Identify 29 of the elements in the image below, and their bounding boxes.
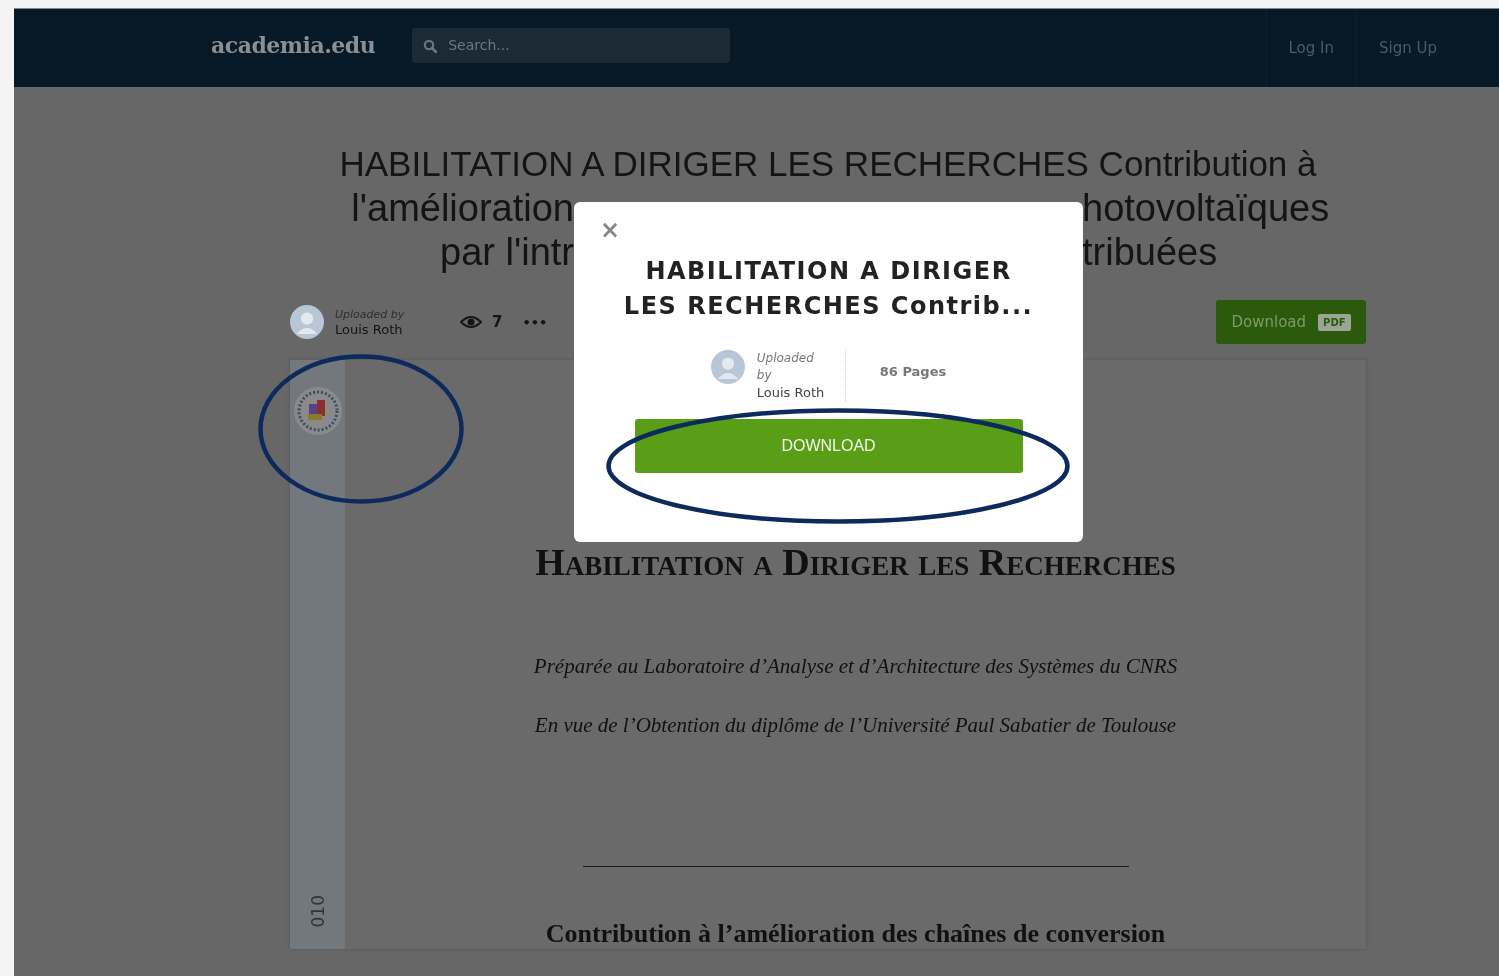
page-text: En vue de l’Obtention du diplôme de l’Université Paul Sabatier de Toulouse	[534, 713, 1177, 738]
avatar-icon	[710, 350, 745, 384]
search-field[interactable]: Search...	[412, 27, 731, 63]
eye-icon	[460, 315, 482, 329]
close-button[interactable]: ×	[600, 218, 621, 242]
uploader-name[interactable]: Louis Roth	[335, 322, 405, 337]
page-subtitle: Contribution à l’amélioration des chaînes de conversion	[545, 919, 1166, 949]
download-button[interactable]: DOWNLOAD	[634, 419, 1023, 473]
uploader-name[interactable]: Louis Roth	[756, 384, 827, 401]
more-button[interactable]: •••	[522, 314, 548, 330]
nav-link[interactable]: Log In	[1265, 9, 1356, 87]
page-count: 86 Pages	[878, 364, 947, 381]
dialog-title: HABILITATION A DIRIGER LES RECHERCHES Contrib...	[623, 256, 1034, 322]
document-title: par l'intr	[439, 230, 574, 274]
site-logo[interactable]: academia.edu	[211, 32, 376, 58]
page-heading: Habilitation a Diriger les Recherches	[535, 540, 1176, 584]
side-text: 010	[307, 894, 328, 927]
document-title: tribuées	[1082, 230, 1219, 274]
download-pdf-button[interactable]: Download PDF	[1216, 300, 1366, 344]
uploaded-by-label: Uploaded by	[756, 350, 815, 384]
pdf-badge: PDF	[1318, 313, 1351, 331]
document-title: hotovoltaïques	[1082, 186, 1331, 230]
view-count: 7	[492, 313, 503, 331]
avatar-icon	[290, 305, 324, 339]
document-title: l'amélioration	[350, 186, 574, 230]
nav-link[interactable]: Sign Up	[1356, 9, 1459, 87]
lab-logo-icon	[292, 386, 343, 436]
page-text: Préparée au Laboratoire d’Analyse et d’Architecture des Systèmes du CNRS	[533, 654, 1178, 679]
document-title: HABILITATION A DIRIGER LES RECHERCHES Contribution à	[338, 143, 1318, 185]
